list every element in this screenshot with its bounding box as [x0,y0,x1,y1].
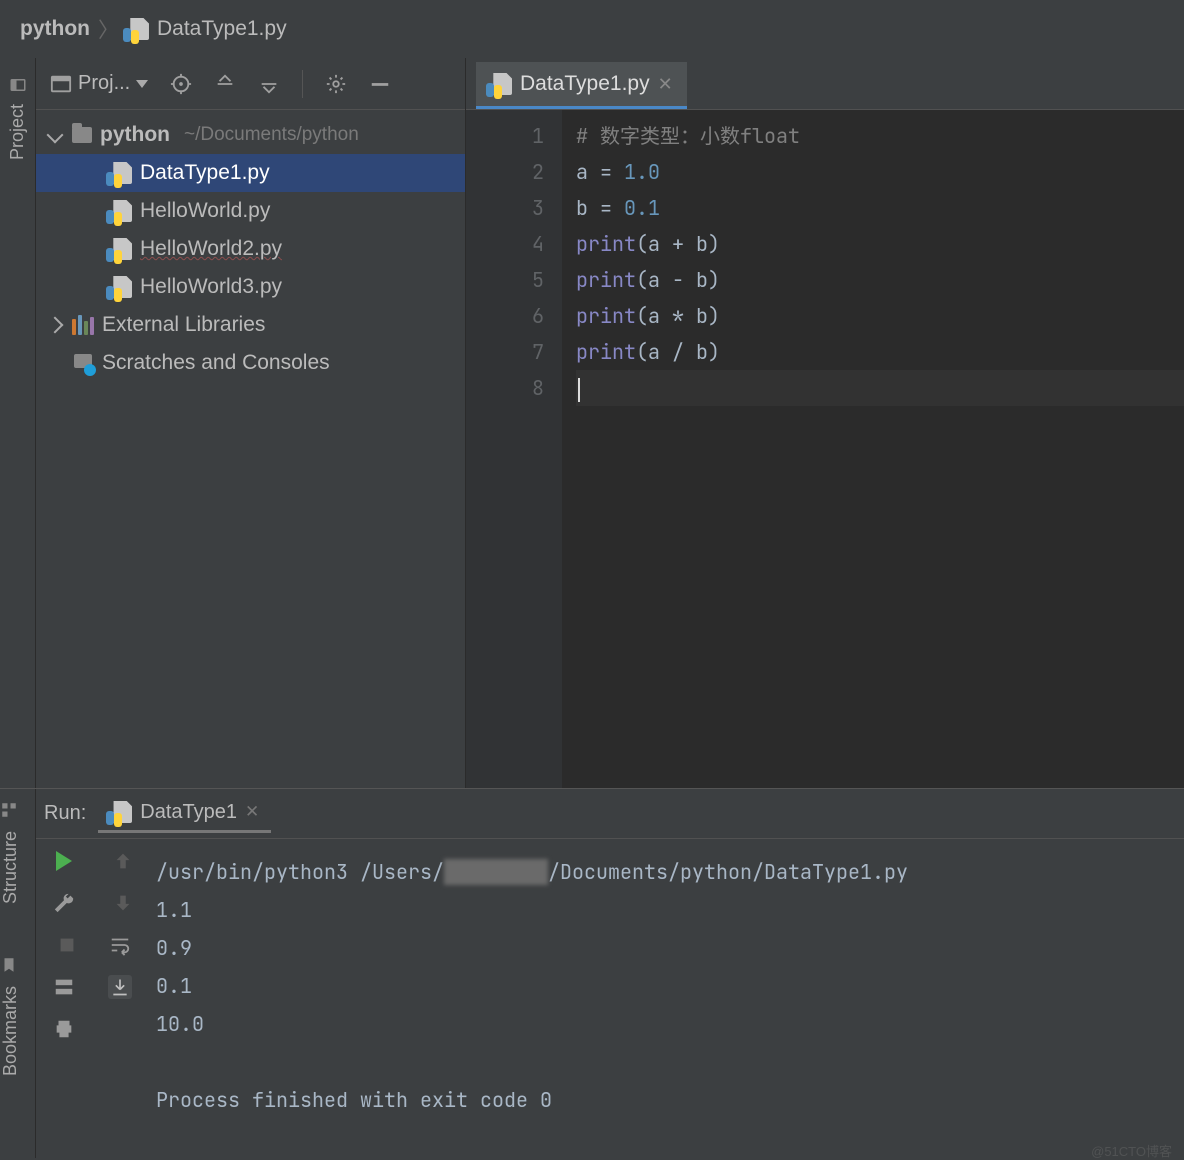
breadcrumb-sep-icon: 〉 [98,14,119,44]
bookmarks-tool-label[interactable]: Bookmarks [0,980,21,1082]
up-button[interactable] [111,849,135,873]
project-tree[interactable]: python ~/Documents/python DataType1.py He… [36,110,465,788]
run-nav-icons [92,839,148,1158]
tree-file-name: DataType1.py [140,161,270,185]
project-tool-icon[interactable] [9,76,27,94]
project-view-selector[interactable]: Proj... [50,72,148,95]
run-label: Run: [44,802,86,825]
chevron-down-icon [136,80,148,88]
tree-file-name: HelloWorld3.py [140,275,282,299]
structure-tool-icon[interactable] [0,801,18,819]
project-tool-label[interactable]: Project [7,98,28,166]
python-file-icon [110,801,132,823]
wrench-button[interactable] [52,891,76,915]
code-content[interactable]: # 数字类型：小数floata = 1.0b = 0.1print(a + b)… [562,110,1184,788]
close-icon[interactable]: ✕ [658,74,673,95]
python-file-icon [490,73,512,95]
breadcrumb-root[interactable]: python [20,17,90,41]
tree-file[interactable]: HelloWorld2.py [36,230,465,268]
collapse-all-icon[interactable] [258,73,280,95]
expand-all-icon[interactable] [214,73,236,95]
external-libraries-label: External Libraries [102,313,265,337]
python-file-icon [110,162,132,184]
rerun-button[interactable] [52,849,76,873]
tree-file[interactable]: HelloWorld.py [36,192,465,230]
folder-icon [72,127,92,143]
close-icon[interactable]: ✕ [245,802,259,822]
run-header: Run: DataType1 ✕ [36,789,1184,839]
code-area[interactable]: 12345678 # 数字类型：小数floata = 1.0b = 0.1pri… [466,110,1184,788]
breadcrumb: python 〉 DataType1.py [0,0,1184,58]
python-file-icon [110,200,132,222]
play-icon [56,851,72,871]
soft-wrap-button[interactable] [108,933,132,957]
gear-icon[interactable] [325,73,347,95]
tree-scratches[interactable]: Scratches and Consoles [36,344,465,382]
bookmarks-tool-icon[interactable] [0,956,18,974]
python-file-icon [110,276,132,298]
tree-file-name: HelloWorld.py [140,199,270,223]
editor-tab[interactable]: DataType1.py ✕ [476,62,687,109]
run-action-icons [36,839,92,1158]
project-path: ~/Documents/python [184,124,359,146]
left-tool-stripe: Project [0,58,36,788]
scratches-label: Scratches and Consoles [102,351,330,375]
scroll-to-end-button[interactable] [108,975,132,999]
console-output[interactable]: /usr/bin/python3 /Users/xxxxxxxx/Documen… [148,839,1184,1158]
python-file-icon [127,18,149,40]
chevron-down-icon [47,127,64,144]
line-gutter: 12345678 [466,110,562,788]
window-icon [50,73,72,95]
python-file-icon [110,238,132,260]
editor-tab-label: DataType1.py [520,72,650,96]
print-button[interactable] [52,1017,76,1041]
layout-button[interactable] [52,975,76,999]
run-panel: Structure Bookmarks Run: DataType1 ✕ [0,788,1184,1158]
chevron-right-icon [47,317,64,334]
tree-project-root[interactable]: python ~/Documents/python [36,116,465,154]
tree-external-libraries[interactable]: External Libraries [36,306,465,344]
down-button[interactable] [111,891,135,915]
scratches-icon [72,352,94,374]
tree-file-name: HelloWorld2.py [140,237,282,261]
left-tool-stripe-bottom: Structure Bookmarks [0,789,36,1158]
sidebar-toolbar: Proj... [36,58,465,110]
editor-tabs: DataType1.py ✕ [466,58,1184,110]
editor: DataType1.py ✕ 12345678 # 数字类型：小数floata … [466,58,1184,788]
libraries-icon [72,315,94,335]
stop-button[interactable] [55,933,79,957]
tree-file[interactable]: DataType1.py [36,154,465,192]
hide-icon[interactable] [369,73,391,95]
project-view-label: Proj... [78,72,130,95]
project-sidebar: Proj... python ~/Documents/python DataTy… [36,58,466,788]
watermark: @51CTO博客 [1091,1141,1172,1160]
run-tab-label: DataType1 [140,801,237,824]
breadcrumb-file[interactable]: DataType1.py [157,17,287,41]
project-name: python [100,123,170,147]
run-tab[interactable]: DataType1 ✕ [98,795,271,833]
locate-icon[interactable] [170,73,192,95]
toolbar-separator [302,70,303,98]
tree-file[interactable]: HelloWorld3.py [36,268,465,306]
structure-tool-label[interactable]: Structure [0,825,21,910]
